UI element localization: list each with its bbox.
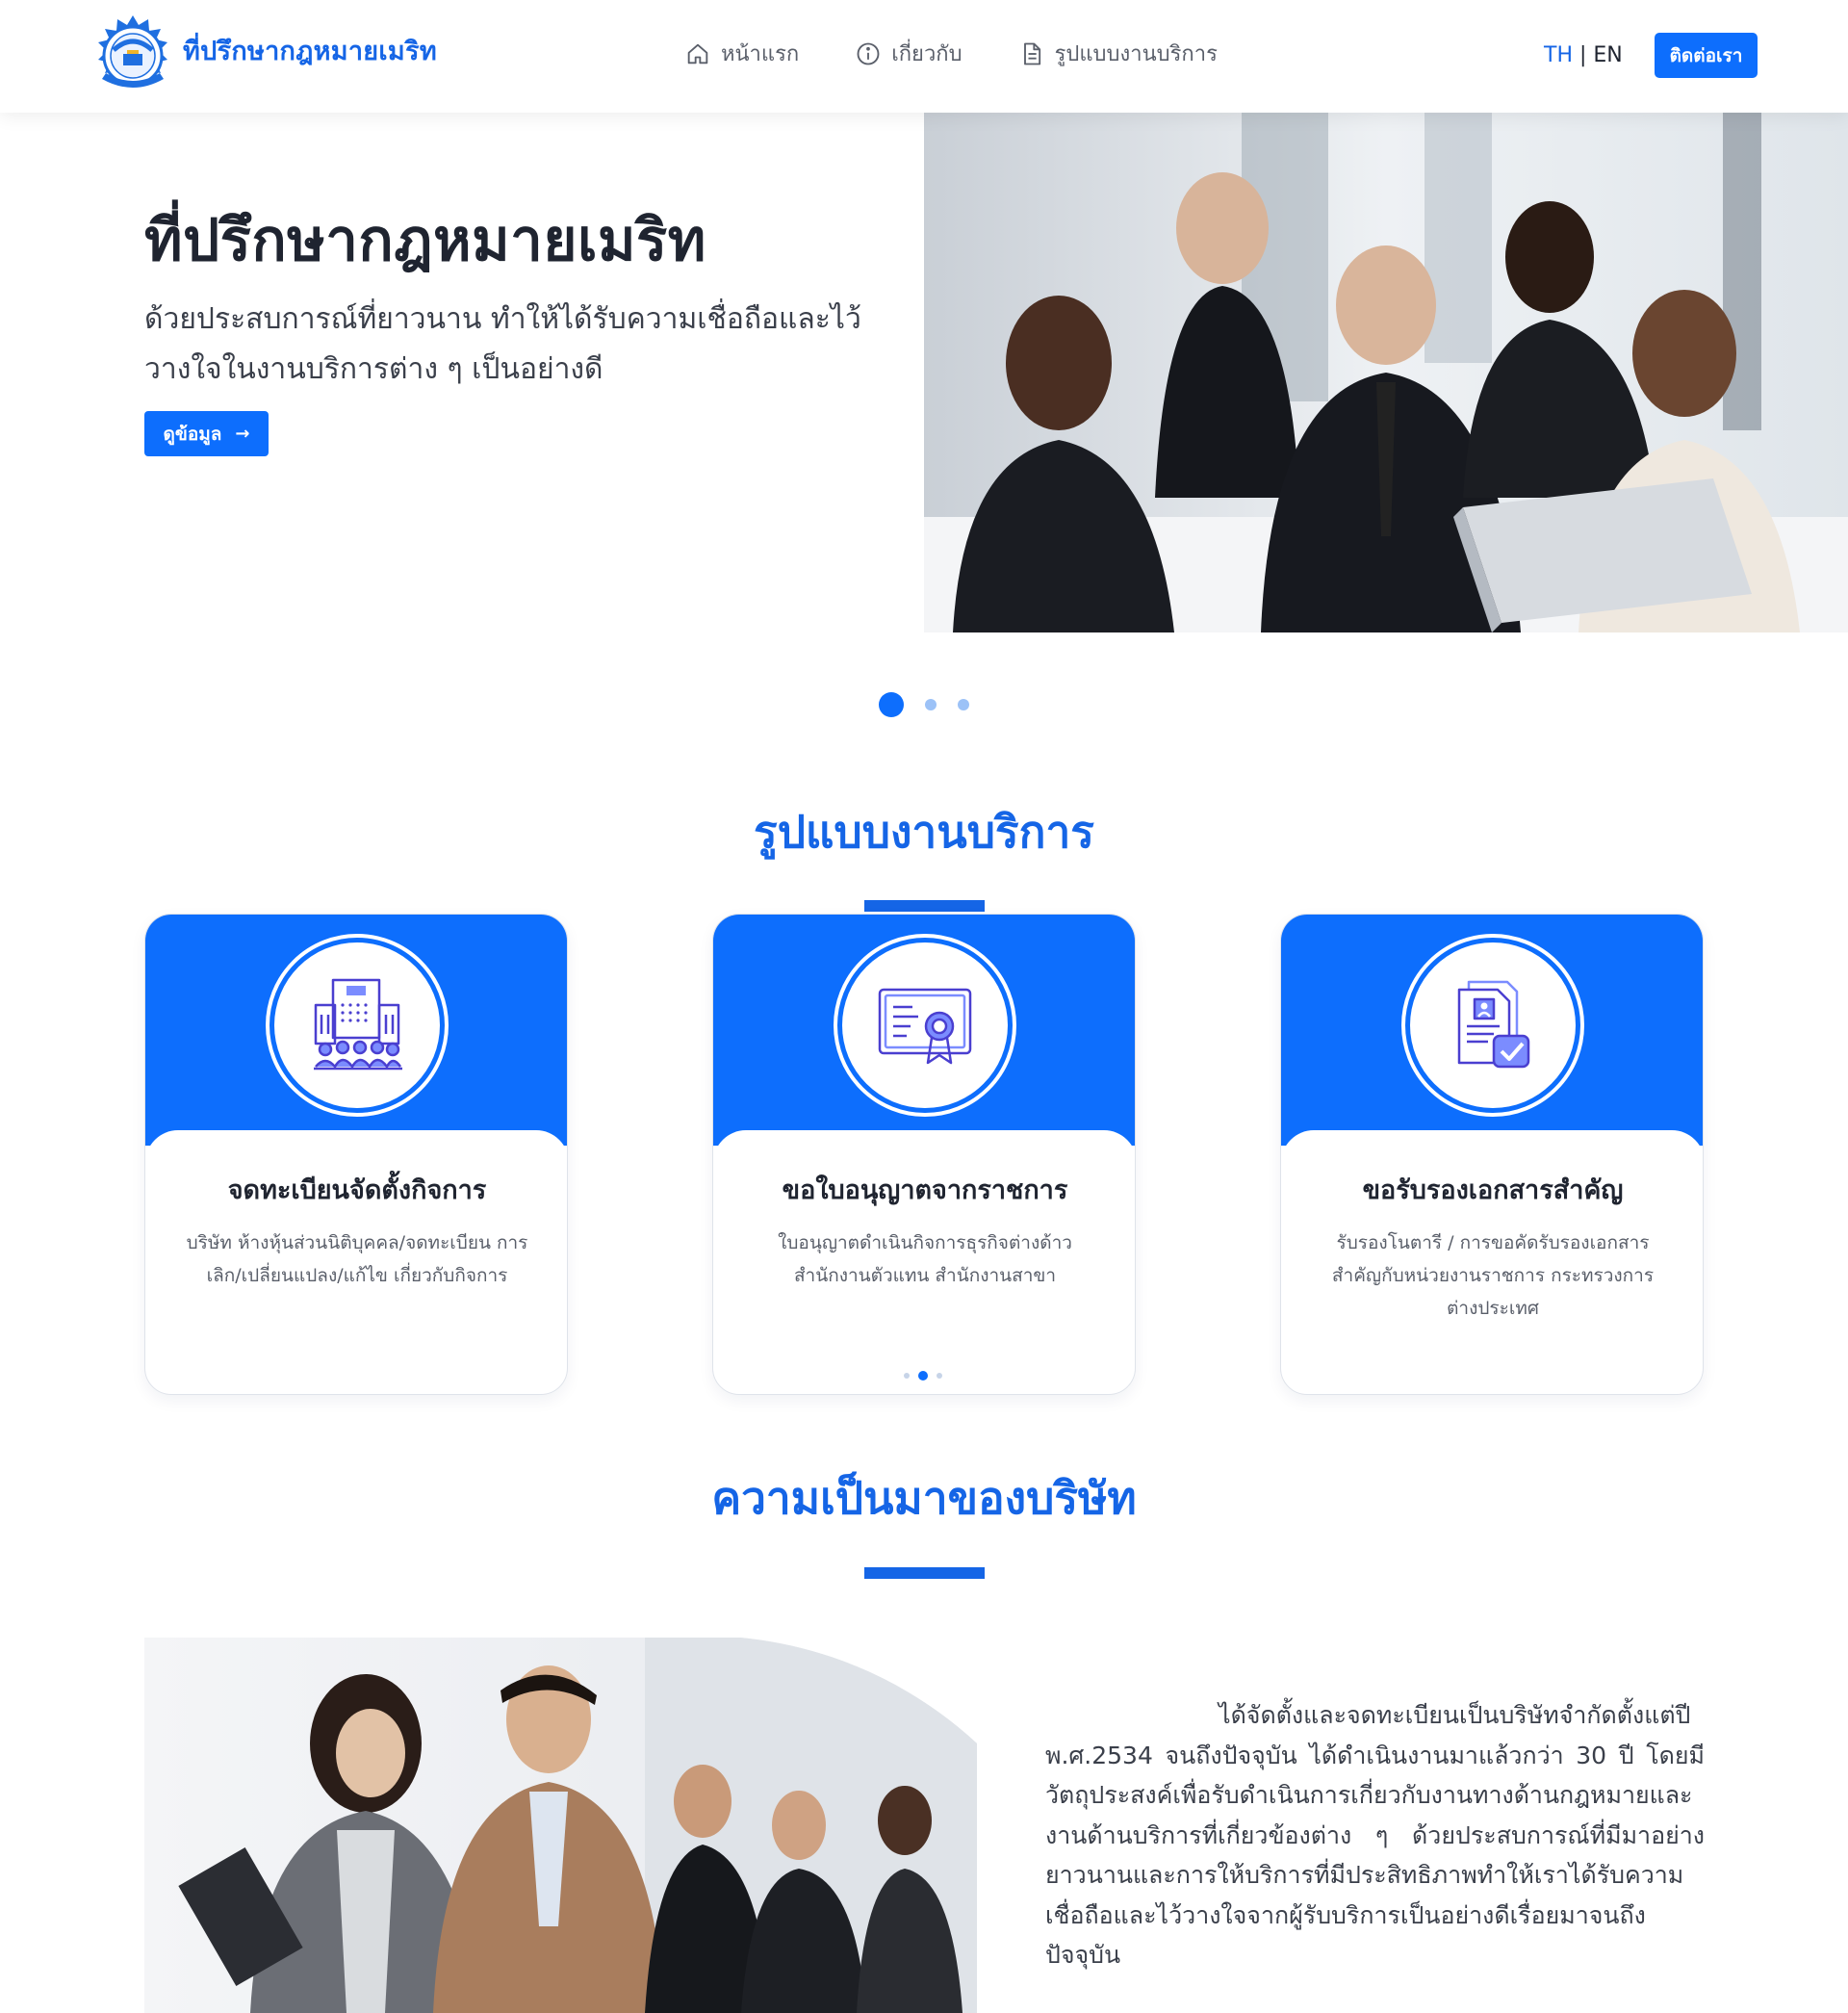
nav-item-services[interactable]: รูปแบบงานบริการ	[1018, 37, 1218, 70]
slider-dot-3[interactable]	[958, 699, 969, 710]
brand-logo-link[interactable]: ที่ปรึกษากฎหมายเมริท	[89, 12, 437, 100]
services-title-underline	[864, 900, 985, 912]
about-description: ได้จัดตั้งและจดทะเบียนเป็นบริษัทจำกัดตั้…	[1045, 1701, 1705, 1969]
hero-subtitle: ด้วยประสบการณ์ที่ยาวนาน ทำให้ได้รับความเ…	[144, 302, 861, 386]
company-emblem-logo	[98, 15, 167, 88]
card-icon-circle	[266, 934, 449, 1117]
services-section-title: รูปแบบงานบริการ	[754, 806, 1094, 858]
nav-item-services-label: รูปแบบงานบริการ	[1054, 42, 1218, 66]
view-details-label: ดูข้อมูล	[163, 423, 222, 445]
document-icon	[1023, 42, 1040, 65]
lang-en-link[interactable]: EN	[1593, 43, 1622, 67]
service-card-title: จดทะเบียนจัดตั้งกิจการ	[227, 1175, 487, 1205]
company-building-icon	[314, 978, 402, 1071]
service-card-license[interactable]: ขอใบอนุญาตจากราชการ ใบอนุญาตดำเนินกิจการ…	[712, 914, 1136, 1395]
brand-name: ที่ปรึกษากฎหมายเมริท	[183, 36, 437, 66]
hero-slider-dots	[879, 692, 990, 717]
service-pager-dot-2[interactable]	[918, 1371, 928, 1381]
certificate-icon	[878, 988, 972, 1065]
service-card-registration[interactable]: จดทะเบียนจัดตั้งกิจการ บริษัท ห้างหุ้นส่…	[144, 914, 568, 1395]
contact-us-button[interactable]: ติดต่อเรา	[1655, 33, 1758, 78]
service-pager-dots	[904, 1371, 951, 1381]
home-icon	[687, 43, 708, 64]
service-card-description: รับรองโนตารี / การขอคัดรับรองเอกสารสำคัญ…	[1331, 1232, 1655, 1319]
service-card-title: ขอรับรองเอกสารสำคัญ	[1362, 1175, 1624, 1205]
about-title-underline	[864, 1567, 985, 1579]
arrow-right-icon: →	[235, 424, 250, 444]
view-details-button[interactable]: ดูข้อมูล →	[144, 411, 269, 456]
service-card-title: ขอใบอนุญาตจากราชการ	[782, 1175, 1068, 1205]
document-approved-icon	[1457, 980, 1530, 1069]
about-section-title: ความเป็นมาของบริษัท	[711, 1472, 1137, 1524]
lang-th-link[interactable]: TH	[1544, 43, 1573, 67]
card-icon-circle	[834, 934, 1016, 1117]
nav-item-about[interactable]: เกี่ยวกับ	[855, 37, 962, 70]
slider-dot-1[interactable]	[879, 692, 904, 717]
about-business-people-photo	[144, 1638, 977, 2013]
hero-text-block: ที่ปรึกษากฎหมายเมริท ด้วยประสบการณ์ที่ยา…	[144, 204, 895, 395]
info-icon	[857, 42, 880, 65]
hero-title: ที่ปรึกษากฎหมายเมริท	[144, 207, 706, 274]
nav-item-home[interactable]: หน้าแรก	[684, 37, 799, 70]
service-pager-dot-3[interactable]	[937, 1373, 942, 1379]
service-card-notary[interactable]: ขอรับรองเอกสารสำคัญ รับรองโนตารี / การขอ…	[1280, 914, 1704, 1395]
slider-dot-2[interactable]	[925, 699, 937, 710]
top-navbar: ที่ปรึกษากฎหมายเมริท หน้าแรก เกี่ยวกับ ร…	[0, 0, 1848, 113]
hero-business-team-photo	[924, 113, 1848, 632]
lang-separator: |	[1578, 43, 1587, 67]
language-switcher: TH | EN	[1544, 43, 1623, 67]
service-pager-dot-1[interactable]	[904, 1373, 910, 1379]
main-navigation: หน้าแรก เกี่ยวกับ รูปแบบงานบริการ	[684, 37, 1273, 70]
nav-item-home-label: หน้าแรก	[721, 42, 800, 66]
nav-item-about-label: เกี่ยวกับ	[891, 42, 962, 66]
service-card-description: ใบอนุญาตดำเนินกิจการธุรกิจต่างด้าว สำนัก…	[778, 1232, 1072, 1286]
card-icon-circle	[1401, 934, 1584, 1117]
service-card-description: บริษัท ห้างหุ้นส่วนนิติบุคคล/จดทะเบียน ก…	[186, 1232, 528, 1286]
